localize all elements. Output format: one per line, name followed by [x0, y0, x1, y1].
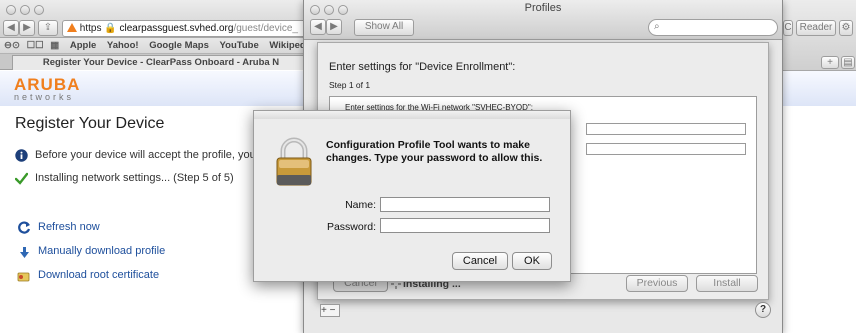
forward-button[interactable]: ▶ [19, 20, 35, 36]
minimize-window-button[interactable] [20, 5, 30, 15]
install-button[interactable]: Install [696, 275, 758, 292]
profiles-title: Profiles [524, 2, 562, 14]
password-field[interactable] [380, 218, 550, 233]
new-tab-button[interactable]: + [821, 56, 839, 69]
aruba-logo: ARUBA networks [14, 75, 81, 102]
reader-button[interactable]: Reader [796, 20, 836, 36]
sheet-step: Step 1 of 1 [329, 80, 371, 90]
aruba-favicon-icon [67, 23, 77, 32]
profiles-back-button[interactable]: ◀ [310, 19, 326, 35]
password-label: Password: [326, 221, 376, 233]
refresh-now-link[interactable]: Refresh now [38, 221, 100, 233]
refresh-icon [18, 221, 31, 234]
auth-cancel-button[interactable]: Cancel [452, 252, 508, 270]
profiles-titlebar: Profiles ◀ ▶ Show All ⌕ [304, 0, 782, 40]
wifi-password-field[interactable] [586, 143, 746, 155]
ok-button[interactable]: OK [512, 252, 552, 270]
tab-register-device[interactable]: Register Your Device - ClearPass Onboard… [12, 55, 310, 70]
checkmark-icon [15, 172, 28, 185]
lock-icon: 🔒 [104, 23, 117, 34]
share-icon[interactable]: ⇪ [38, 20, 58, 36]
bookmark-youtube[interactable]: YouTube [220, 40, 259, 51]
authentication-dialog: Configuration Profile Tool wants to make… [253, 110, 571, 282]
logo-subtext: networks [14, 92, 75, 102]
address-bar[interactable]: https 🔒 clearpassguest.svhed.org/guest/d… [62, 20, 306, 37]
download-arrow-icon [20, 247, 29, 258]
profiles-search-field[interactable]: ⌕ [648, 19, 778, 36]
download-certificate-link[interactable]: Download root certificate [38, 269, 159, 281]
name-label: Name: [345, 199, 376, 211]
wifi-username-field[interactable] [586, 123, 746, 135]
info-icon [15, 149, 28, 162]
url-scheme: https [79, 23, 102, 34]
bookmark-apple[interactable]: Apple [70, 40, 96, 51]
padlock-icon [276, 137, 312, 186]
back-button[interactable]: ◀ [3, 20, 19, 36]
sheet-heading: Enter settings for "Device Enrollment": [329, 61, 516, 73]
page-title: Register Your Device [15, 115, 165, 132]
name-field[interactable] [380, 197, 550, 212]
url-path: /guest/device_ [233, 23, 298, 34]
profiles-forward-button[interactable]: ▶ [326, 19, 342, 35]
certificate-icon [17, 272, 30, 282]
search-icon: ⌕ [654, 21, 660, 32]
top-sites-icon[interactable]: ▦ [50, 40, 59, 51]
bookmark-yahoo[interactable]: Yahoo! [107, 40, 139, 51]
previous-button[interactable]: Previous [626, 275, 688, 292]
dialog-topbar [254, 111, 570, 119]
show-all-button[interactable]: Show All [354, 19, 414, 36]
logo-wordmark: ARUBA [14, 75, 81, 94]
help-button[interactable]: ? [755, 302, 771, 318]
zoom-window-button[interactable] [34, 5, 44, 15]
browser-toolbar-right: C Reader ⚙ + ▤ [783, 0, 856, 71]
auth-message: Configuration Profile Tool wants to make… [326, 139, 543, 164]
close-window-button[interactable] [6, 5, 16, 15]
reload-button[interactable]: C [783, 20, 793, 36]
download-profile-link[interactable]: Manually download profile [38, 245, 165, 257]
settings-icon[interactable]: ⚙ [839, 20, 853, 36]
status-text: Installing network settings... (Step 5 o… [35, 172, 234, 184]
url-domain: clearpassguest.svhed.org [119, 23, 234, 34]
tab-overview-icon[interactable]: ▤ [841, 56, 855, 69]
reading-list-icon[interactable]: ⊖⊙ [4, 40, 20, 51]
bookmarks-icon[interactable]: ☐☐ [27, 40, 44, 51]
info-text: Before your device will accept the profi… [35, 149, 256, 161]
add-remove-buttons[interactable]: + − [320, 304, 340, 317]
bookmark-google-maps[interactable]: Google Maps [149, 40, 209, 51]
